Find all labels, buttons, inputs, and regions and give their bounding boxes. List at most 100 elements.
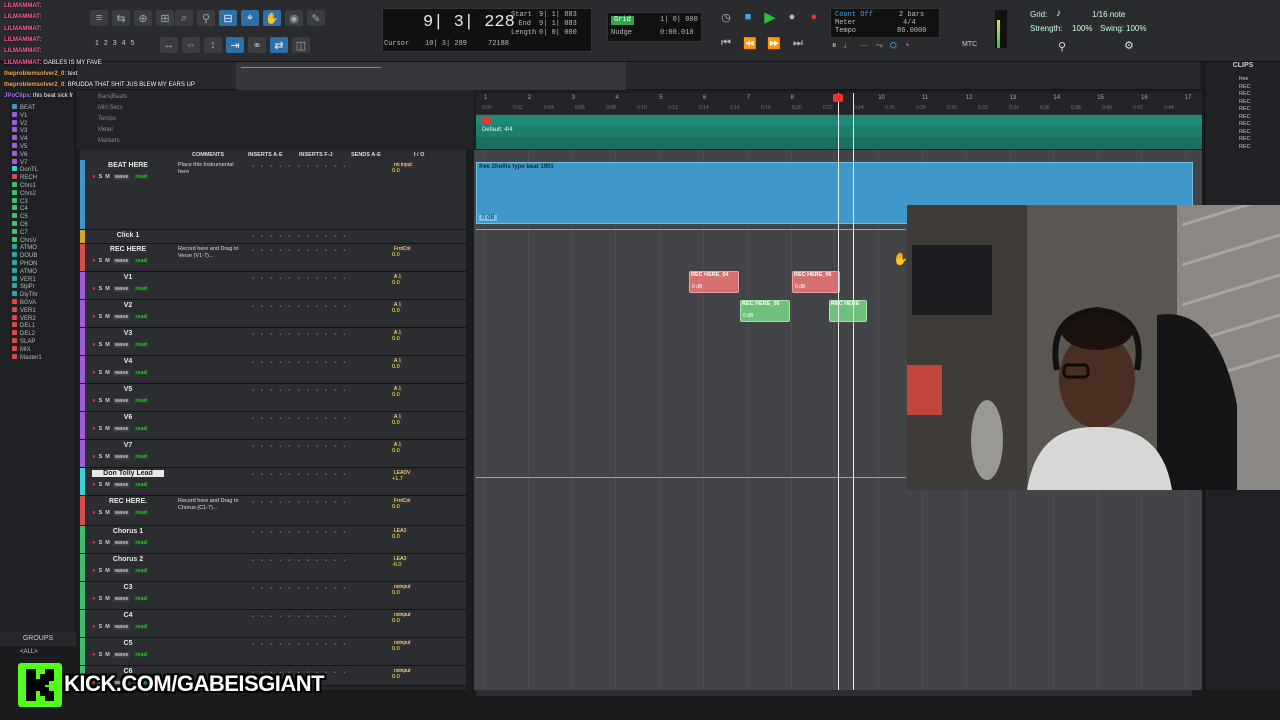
volume-value[interactable]: 0.0: [392, 646, 412, 652]
automation-read[interactable]: read: [133, 540, 149, 546]
solo-button[interactable]: S: [99, 314, 103, 320]
automation-read[interactable]: read: [133, 596, 149, 602]
volume-value[interactable]: 0.0: [392, 280, 403, 286]
scrubber-tool-icon[interactable]: ◉: [285, 10, 303, 26]
solo-button[interactable]: S: [99, 342, 103, 348]
waveform-view[interactable]: wave: [112, 510, 131, 516]
track-name[interactable]: REC HERE.: [92, 498, 164, 505]
solo-button[interactable]: S: [99, 568, 103, 574]
track-comment[interactable]: Record here and Drag to Verse (V1-7)...: [178, 246, 242, 259]
track-list-item[interactable]: C7: [12, 228, 28, 236]
track-io[interactable]: A 1 0.0: [392, 414, 404, 426]
track-list-item[interactable]: RECH: [12, 174, 37, 181]
track-list-item[interactable]: Chrs1: [12, 182, 36, 189]
volume-value[interactable]: 0.0: [392, 420, 403, 426]
selector-tool-icon[interactable]: ⌖: [241, 10, 259, 26]
link-icon[interactable]: ⚭: [248, 37, 266, 53]
waveform-view[interactable]: wave: [112, 314, 131, 320]
clip-list-item[interactable]: REC: [1239, 144, 1251, 150]
insert-slots[interactable]: • • • • • • • • • • •: [252, 558, 348, 564]
stop-icon[interactable]: ■: [740, 10, 756, 24]
track-io[interactable]: A 1 0.0: [392, 442, 404, 454]
mute-button[interactable]: M: [105, 258, 110, 264]
mute-button[interactable]: M: [105, 286, 110, 292]
track-io[interactable]: FrntCnl 0.0: [392, 498, 413, 510]
end-value[interactable]: 9| 1| 883: [539, 20, 577, 29]
track-comment[interactable]: Record here and Drag to Chorus (C1-7)...: [178, 498, 242, 511]
slip-mode-icon[interactable]: ⇆: [112, 10, 130, 26]
mute-button[interactable]: M: [105, 624, 110, 630]
mute-button[interactable]: M: [105, 596, 110, 602]
track-header[interactable]: V6 ● S Mwave read • • • • • • • • • • • A 1 0.0: [80, 412, 466, 440]
rtz-icon[interactable]: ⏮: [718, 36, 734, 50]
go-to-end-icon[interactable]: ⏭: [790, 36, 806, 50]
track-header[interactable]: BEAT HERE ● S Mwave read Place this Instrumen…: [80, 160, 466, 230]
mute-button[interactable]: M: [105, 540, 110, 546]
automation-read[interactable]: read: [133, 568, 149, 574]
swing-value[interactable]: 100%: [1126, 24, 1146, 33]
insert-slots[interactable]: • • • • • • • • • • •: [252, 614, 348, 620]
vzoom-icon[interactable]: ↕: [204, 37, 222, 53]
track-name[interactable]: V1: [92, 274, 164, 281]
zoom-out-icon[interactable]: ↔: [160, 37, 178, 53]
track-list-item[interactable]: ChrsV: [12, 236, 37, 244]
track-io[interactable]: A 1 0.0: [392, 386, 404, 398]
track-io[interactable]: noinput 0.0: [392, 668, 413, 680]
clip-list-item[interactable]: REC: [1239, 121, 1251, 127]
clip-list-item[interactable]: free: [1239, 76, 1248, 82]
track-header[interactable]: V5 ● S Mwave read • • • • • • • • • • • A 1 0.0: [80, 384, 466, 412]
track-list-item[interactable]: C5: [12, 213, 28, 220]
track-list-item[interactable]: SlpPr: [12, 283, 35, 290]
record-enable-icon[interactable]: ●: [92, 286, 96, 292]
mute-button[interactable]: M: [105, 652, 110, 658]
solo-button[interactable]: S: [99, 510, 103, 516]
track-name[interactable]: C3: [92, 584, 164, 591]
volume-value[interactable]: 0.0: [392, 252, 412, 258]
insert-slots[interactable]: • • • • • • • • • • •: [252, 500, 348, 506]
track-io[interactable]: A 1 0.0: [392, 274, 404, 286]
solo-button[interactable]: S: [99, 540, 103, 546]
solo-button[interactable]: S: [99, 286, 103, 292]
solo-button[interactable]: S: [99, 398, 103, 404]
tempo-ruler[interactable]: [476, 115, 1202, 125]
start-value[interactable]: 9| 1| 883: [539, 11, 577, 20]
volume-value[interactable]: 0.0: [392, 336, 403, 342]
record-enable-icon[interactable]: ●: [92, 398, 96, 404]
mute-button[interactable]: M: [105, 482, 110, 488]
track-list-item[interactable]: BGVA: [12, 299, 36, 306]
nudge-value[interactable]: 0:00.010: [660, 29, 694, 38]
automation-read[interactable]: read: [133, 258, 149, 264]
track-name[interactable]: Don Tolly Lead: [92, 470, 164, 477]
track-header[interactable]: C5 ● S Mwave read • • • • • • • • • • • noinpu…: [80, 638, 466, 666]
volume-value[interactable]: 0.0: [392, 308, 403, 314]
solo-button[interactable]: S: [99, 596, 103, 602]
mute-button[interactable]: M: [105, 454, 110, 460]
track-list-item[interactable]: Master1: [12, 353, 42, 361]
insert-slots[interactable]: • • • • • • • • • • •: [252, 234, 348, 240]
grid-label[interactable]: Grid: [611, 16, 634, 25]
insert-slots[interactable]: • • • • • • • • • • •: [252, 530, 348, 536]
waveform-view[interactable]: wave: [112, 624, 131, 630]
insert-slots[interactable]: • • • • • • • • • • •: [252, 642, 348, 648]
loop-icon[interactable]: ◷: [718, 10, 734, 24]
insert-slots[interactable]: • • • • • • • • • • •: [252, 444, 348, 450]
clip-rec-here-05[interactable]: REC HERE_05 0 dB: [740, 300, 790, 322]
record-mode-icon[interactable]: ●: [784, 10, 800, 24]
solo-button[interactable]: S: [99, 482, 103, 488]
track-header[interactable]: V7 ● S Mwave read • • • • • • • • • • • A 1 0.0: [80, 440, 466, 468]
length-value[interactable]: 0| 0| 000: [539, 29, 577, 38]
track-header[interactable]: Chorus 2 ● S Mwave read • • • • • • • • • • •…: [80, 554, 466, 582]
track-name[interactable]: Chorus 1: [92, 528, 164, 535]
track-header[interactable]: REC HERE ● S Mwave read Record here and Drag …: [80, 244, 466, 272]
conductor-icon[interactable]: ⛭: [890, 40, 897, 51]
track-list-item[interactable]: V4: [12, 135, 27, 142]
playhead-marker[interactable]: [833, 94, 843, 102]
zoom-presets[interactable]: 12345: [95, 40, 139, 47]
record-enable-icon[interactable]: ●: [92, 568, 96, 574]
zoom-icon[interactable]: ⌕: [175, 10, 193, 26]
track-list-item[interactable]: VER1: [12, 275, 36, 283]
waveform-view[interactable]: wave: [112, 426, 131, 432]
track-name[interactable]: REC HERE: [92, 246, 164, 253]
insert-slots[interactable]: • • • • • • • • • • •: [252, 388, 348, 394]
track-header[interactable]: REC HERE. ● S Mwave read Record here and Drag…: [80, 496, 466, 526]
